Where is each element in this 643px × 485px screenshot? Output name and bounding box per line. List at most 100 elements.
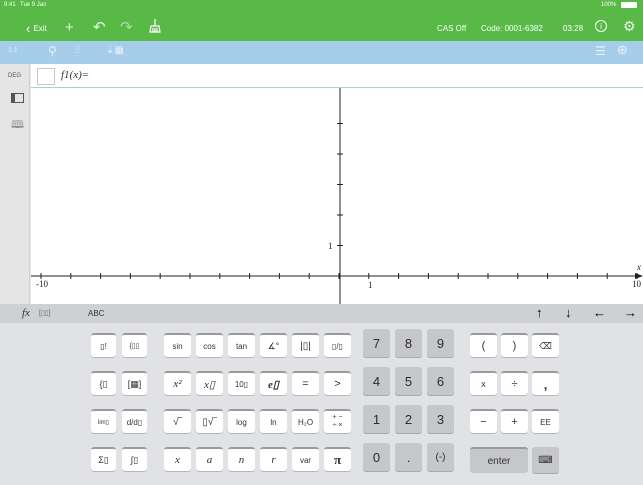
sliders-icon[interactable]: ⫶⫶: [75, 45, 80, 57]
broom-icon[interactable]: [148, 19, 162, 38]
key-5[interactable]: 5: [395, 367, 422, 395]
key-7[interactable]: 7: [363, 329, 390, 357]
sin-key[interactable]: sin: [164, 333, 191, 357]
minus-key[interactable]: −: [470, 409, 497, 433]
y-one-label: 1: [328, 241, 333, 251]
log-key[interactable]: log: [228, 409, 255, 433]
ten-power-key[interactable]: 10▯: [228, 371, 255, 395]
gear-icon[interactable]: ⚙: [623, 19, 636, 34]
info-icon[interactable]: i: [595, 20, 607, 32]
x-axis-label: x: [637, 262, 641, 272]
chevron-left-icon: ‹: [26, 21, 31, 36]
x-power-key[interactable]: x▯: [196, 371, 223, 395]
abc-tab[interactable]: ABC: [88, 309, 104, 318]
chemistry-key[interactable]: H₂O: [292, 409, 319, 433]
key-3[interactable]: 3: [427, 405, 454, 433]
battery-percent: 100%: [601, 2, 617, 8]
fraction-key[interactable]: ▯/▯: [324, 333, 351, 357]
angle-mode[interactable]: DEG: [8, 73, 21, 79]
n-var-key[interactable]: n: [228, 447, 255, 471]
menu-icon[interactable]: ☰: [595, 45, 606, 57]
greater-than-key[interactable]: >: [324, 371, 351, 395]
function-entry-line[interactable]: f1(x)=: [31, 64, 643, 88]
arrow-up-key[interactable]: ↑: [536, 305, 543, 320]
timer: 03:28: [563, 24, 584, 33]
arrow-down-key[interactable]: ↓: [565, 305, 572, 320]
sqrt-key[interactable]: √‾: [164, 409, 191, 433]
close-paren-key[interactable]: ): [501, 333, 528, 357]
session-code: Code: 0001-6382: [481, 24, 543, 33]
cas-status: CAS Off: [437, 24, 467, 33]
r-var-key[interactable]: r: [260, 447, 287, 471]
e-power-key[interactable]: e▯: [260, 371, 287, 395]
x-min-label: -10: [36, 279, 48, 289]
sort-icon[interactable]: ⇣▦: [106, 45, 124, 57]
system-key[interactable]: {▯: [91, 371, 116, 395]
ln-key[interactable]: ln: [260, 409, 287, 433]
key-4[interactable]: 4: [363, 367, 390, 395]
integral-key[interactable]: ∫▯: [122, 447, 147, 471]
key-0[interactable]: 0: [363, 443, 390, 471]
top-toolbar: 9:41 Tue 9 Jan 100% ‹ Exit + ↶ ↷ CAS Off…: [0, 0, 643, 41]
x-squared-key[interactable]: x²: [164, 371, 191, 395]
page-indicator[interactable]: 1.1: [8, 47, 18, 54]
key-decimal[interactable]: .: [395, 443, 422, 471]
tab-bar: 1.1 ⚲ ⫶⫶ ⇣▦ ☰ ⊕: [0, 41, 643, 64]
arrow-left-key[interactable]: ←: [593, 305, 606, 320]
key-2[interactable]: 2: [395, 405, 422, 433]
multiply-key[interactable]: x: [470, 371, 497, 395]
add-icon[interactable]: +: [65, 20, 74, 35]
nth-root-key[interactable]: ▯√‾: [196, 409, 223, 433]
divide-key[interactable]: ÷: [501, 371, 528, 395]
status-date: Tue 9 Jan: [20, 2, 47, 8]
book-icon[interactable]: 🕮: [11, 116, 24, 135]
cos-key[interactable]: cos: [196, 333, 223, 357]
matrix-key[interactable]: [▦]: [122, 371, 147, 395]
keyboard-hide-icon[interactable]: ⌨: [532, 447, 559, 473]
exit-button[interactable]: ‹ Exit: [26, 21, 47, 36]
exit-label: Exit: [33, 24, 47, 33]
key-8[interactable]: 8: [395, 329, 422, 357]
var-key[interactable]: var: [292, 447, 319, 471]
ee-key[interactable]: EE: [532, 409, 559, 433]
comma-key[interactable]: ,: [532, 371, 559, 395]
key-9[interactable]: 9: [427, 329, 454, 357]
arrow-right-key[interactable]: →: [624, 305, 637, 320]
sum-key[interactable]: Σ▯: [91, 447, 116, 471]
keyboard: ▯! {▯▯ {▯ [▦] lim▯ d/d▯ Σ▯ ∫▯ sin cos ta…: [0, 323, 643, 485]
x-one-label: 1: [368, 280, 373, 290]
wrench-icon[interactable]: ⚲: [48, 45, 57, 57]
tan-key[interactable]: tan: [228, 333, 255, 357]
factorial-key[interactable]: ▯!: [91, 333, 116, 357]
derivative-key[interactable]: d/d▯: [122, 409, 147, 433]
open-paren-key[interactable]: (: [470, 333, 497, 357]
angle-key[interactable]: ∡°: [260, 333, 287, 357]
key-1[interactable]: 1: [363, 405, 390, 433]
fx-tab[interactable]: fx: [22, 307, 30, 319]
function-checkbox[interactable]: [37, 68, 55, 85]
graph-axes: [31, 88, 643, 304]
a-var-key[interactable]: a: [196, 447, 223, 471]
x-var-key[interactable]: x: [164, 447, 191, 471]
enter-key[interactable]: enter: [470, 447, 528, 473]
function-entry-text[interactable]: f1(x)=: [61, 69, 89, 81]
left-rail: DEG 🕮: [0, 64, 30, 304]
undo-icon[interactable]: ↶: [93, 20, 106, 35]
graph-area[interactable]: -10 10 1 1 x: [31, 64, 643, 304]
battery-icon: [621, 2, 637, 8]
redo-icon[interactable]: ↷: [120, 20, 133, 35]
add-page-icon[interactable]: ⊕: [617, 43, 628, 56]
abs-key[interactable]: |▯|: [292, 333, 319, 357]
piecewise-key[interactable]: {▯▯: [122, 333, 147, 357]
plus-key[interactable]: +: [501, 409, 528, 433]
backspace-key[interactable]: ⌫: [532, 333, 559, 357]
key-6[interactable]: 6: [427, 367, 454, 395]
key-negative[interactable]: (-): [427, 443, 454, 471]
x-max-label: 10: [632, 279, 641, 289]
pi-key[interactable]: π: [324, 447, 351, 471]
panel-icon[interactable]: [11, 93, 24, 103]
limit-key[interactable]: lim▯: [91, 409, 116, 433]
operators-key[interactable]: + − ÷ ×: [324, 409, 351, 433]
template-icon[interactable]: [▯▯]: [39, 309, 51, 317]
equals-key[interactable]: =: [292, 371, 319, 395]
